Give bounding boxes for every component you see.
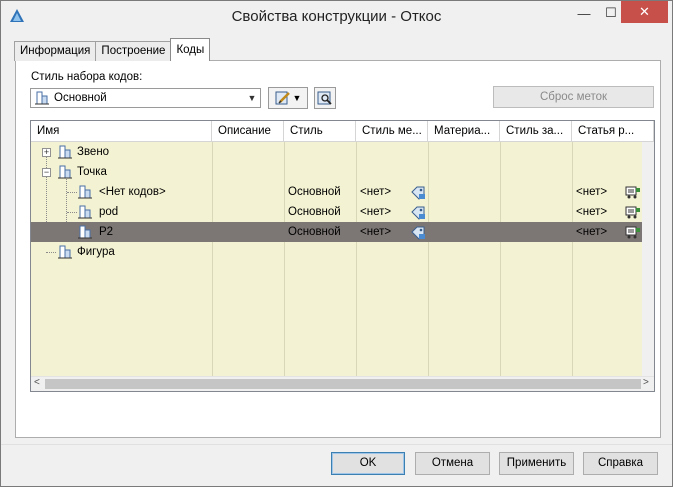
code-set-style-select[interactable]: Основной ▼ (30, 88, 261, 108)
row-name: P2 (99, 226, 114, 238)
grid-body: + Звено − Точка <Нет кодов> Основной <не… (31, 142, 642, 376)
tree-row[interactable]: + Звено (31, 142, 642, 162)
label-style-picker-icon[interactable] (410, 204, 426, 220)
code-node-icon (78, 205, 92, 219)
tree-row[interactable]: pod Основной <нет> <нет> (31, 202, 642, 222)
edit-style-button[interactable]: ▼ (268, 87, 308, 109)
row-pay-item[interactable]: <нет> (576, 202, 607, 222)
scroll-right-arrow[interactable]: > (643, 377, 649, 388)
tab-information[interactable]: Информация (14, 41, 97, 61)
vertical-scrollbar[interactable] (642, 142, 654, 376)
label-style-picker-icon[interactable] (410, 224, 426, 240)
horizontal-scrollbar[interactable]: < > (31, 376, 654, 391)
cancel-button[interactable]: Отмена (415, 452, 490, 475)
preview-style-button[interactable] (314, 87, 336, 109)
scroll-left-arrow[interactable]: < (34, 377, 40, 388)
row-style[interactable]: Основной (288, 202, 341, 222)
pay-item-picker-icon[interactable] (625, 224, 641, 240)
row-label-style[interactable]: <нет> (360, 222, 391, 242)
column-header-material[interactable]: Материа... (428, 121, 500, 142)
column-header-label-style[interactable]: Стиль ме... (356, 121, 428, 142)
row-name: Звено (77, 146, 110, 158)
code-set-style-label: Стиль набора кодов: (31, 71, 143, 83)
code-node-icon (78, 225, 92, 239)
link-node-icon (58, 145, 72, 159)
chevron-down-icon[interactable]: ▼ (244, 93, 260, 103)
grid-header: Имя Описание Стиль Стиль ме... Материа..… (31, 121, 654, 142)
row-label-style[interactable]: <нет> (360, 202, 391, 222)
scrollbar-thumb[interactable] (45, 379, 641, 389)
label-style-picker-icon[interactable] (410, 184, 426, 200)
codes-grid: Имя Описание Стиль Стиль ме... Материа..… (30, 120, 655, 392)
row-pay-item[interactable]: <нет> (576, 222, 607, 242)
row-style[interactable]: Основной (288, 222, 341, 242)
tab-strip: Информация Построение Коды (14, 38, 211, 61)
edit-style-menu-arrow[interactable]: ▼ (293, 93, 302, 103)
pay-item-picker-icon[interactable] (625, 184, 641, 200)
column-header-style[interactable]: Стиль (284, 121, 356, 142)
dialog-window: Свойства конструкции - Откос — ☐ ✕ Инфор… (0, 0, 673, 487)
minimize-button[interactable]: — (569, 1, 599, 25)
row-name: pod (99, 206, 119, 218)
tree-row-selected[interactable]: P2 Основной <нет> <нет> (31, 222, 642, 242)
ok-button[interactable]: OK (331, 452, 405, 475)
tree-row[interactable]: <Нет кодов> Основной <нет> <нет> (31, 182, 642, 202)
apply-button[interactable]: Применить (499, 452, 574, 475)
code-node-icon (78, 185, 92, 199)
row-name: <Нет кодов> (99, 186, 166, 198)
title-bar: Свойства конструкции - Откос — ☐ ✕ (1, 1, 672, 32)
code-set-style-icon (35, 91, 49, 105)
row-name: Фигура (77, 246, 115, 258)
tree-row[interactable]: − Точка (31, 162, 642, 182)
expand-icon[interactable]: + (42, 148, 51, 157)
row-style[interactable]: Основной (288, 182, 341, 202)
column-header-description[interactable]: Описание (212, 121, 284, 142)
help-button[interactable]: Справка (583, 452, 658, 475)
column-header-pay-item[interactable]: Статья р... (572, 121, 654, 142)
pay-item-picker-icon[interactable] (625, 204, 641, 220)
edit-style-icon (275, 91, 290, 105)
shape-node-icon (58, 245, 72, 259)
tree-row[interactable]: Фигура (31, 242, 642, 262)
point-node-icon (58, 165, 72, 179)
collapse-icon[interactable]: − (42, 168, 51, 177)
close-button[interactable]: ✕ (621, 1, 668, 23)
tab-construction[interactable]: Построение (95, 41, 172, 61)
row-name: Точка (77, 166, 107, 178)
code-set-style-value: Основной (54, 92, 107, 104)
preview-icon (317, 91, 332, 105)
tab-codes[interactable]: Коды (170, 38, 211, 61)
reset-labels-button[interactable]: Сброс меток (493, 86, 654, 108)
footer-separator (1, 444, 672, 445)
column-header-name[interactable]: Имя (31, 121, 212, 142)
column-header-shade-style[interactable]: Стиль за... (500, 121, 572, 142)
row-pay-item[interactable]: <нет> (576, 182, 607, 202)
row-label-style[interactable]: <нет> (360, 182, 391, 202)
